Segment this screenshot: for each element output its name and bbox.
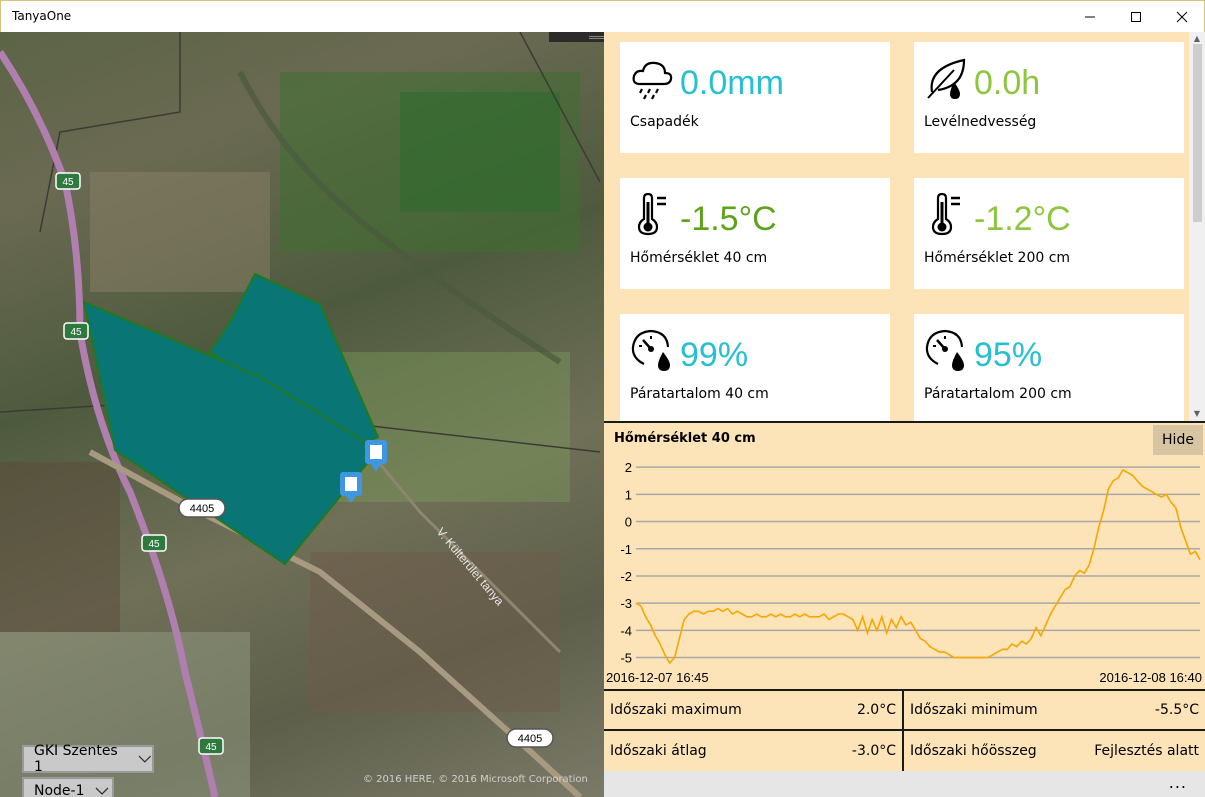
- stat-minimum: Időszaki minimum -5.5°C: [904, 691, 1205, 731]
- maximize-button[interactable]: [1113, 1, 1159, 33]
- chart-title: Hőmérséklet 40 cm: [614, 431, 756, 446]
- stat-label: Időszaki maximum: [610, 702, 742, 718]
- app-title: TanyaOne: [12, 9, 72, 23]
- humidity-gauge-icon: [925, 329, 964, 371]
- y-tick-label: -5: [620, 651, 632, 666]
- stat-value: Fejlesztés alatt: [1094, 743, 1199, 759]
- tile-label: Hőmérséklet 40 cm: [630, 250, 768, 266]
- road-shield: 4405: [178, 498, 226, 518]
- y-tick-label: -4: [620, 623, 632, 638]
- tiles-scrollbar[interactable]: ▲ ▼: [1189, 32, 1205, 421]
- stat-value: -3.0°C: [851, 743, 896, 759]
- svg-text:45: 45: [70, 327, 82, 338]
- station-dropdown[interactable]: GKI Szentes 1: [22, 743, 154, 775]
- tile-value: -1.5°C: [680, 200, 777, 238]
- temperature-chart: 2 1 0 -1 -2 -3 -4 -5 2016-12-07 16:45 2016-12-08 …: [606, 460, 1202, 685]
- stat-maximum: Időszaki maximum 2.0°C: [604, 691, 904, 731]
- y-tick-label: 0: [625, 515, 632, 530]
- scroll-up-icon[interactable]: ▲: [1192, 34, 1202, 44]
- tile-label: Levélnedvesség: [924, 114, 1037, 130]
- stat-label: Időszaki minimum: [910, 702, 1038, 718]
- satellite-map[interactable]: 45 45 45 45 4405 4405 V. Külterület tany…: [0, 32, 604, 797]
- close-button[interactable]: [1159, 1, 1205, 33]
- node-dropdown-value: Node-1: [34, 783, 85, 797]
- y-tick-label: -2: [620, 569, 632, 584]
- tile-value: 0.0h: [974, 64, 1041, 102]
- thermometer-icon: [637, 192, 666, 236]
- sensor-tiles-panel[interactable]: 0.0mm Csapadék 0.0h Levélnedvesség -1.5°…: [604, 32, 1205, 421]
- scrollbar-thumb[interactable]: [1193, 44, 1202, 222]
- x-tick-label: 2016-12-08 16:40: [1099, 670, 1202, 685]
- chevron-down-icon: [95, 787, 108, 795]
- period-stats: Időszaki maximum 2.0°C Időszaki minimum …: [604, 689, 1205, 771]
- more-options-button[interactable]: ...: [1169, 773, 1187, 792]
- stat-heat-sum: Időszaki hőösszeg Fejlesztés alatt: [904, 731, 1205, 771]
- svg-text:45: 45: [205, 742, 217, 753]
- maximize-icon: [1131, 12, 1141, 22]
- tile-humidity-200[interactable]: 95% Páratartalom 200 cm: [914, 314, 1184, 421]
- x-tick-label: 2016-12-07 16:45: [606, 670, 709, 685]
- svg-text:45: 45: [148, 539, 160, 550]
- road-shield: 45: [141, 534, 167, 552]
- tile-value: 0.0mm: [680, 64, 784, 102]
- stat-value: 2.0°C: [856, 702, 896, 718]
- road-shield: 45: [198, 737, 224, 755]
- scroll-down-icon[interactable]: ▼: [1192, 409, 1202, 419]
- tile-precipitation[interactable]: 0.0mm Csapadék: [620, 42, 890, 153]
- leaf-drop-icon: [927, 58, 966, 99]
- tile-label: Hőmérséklet 200 cm: [924, 250, 1071, 266]
- tile-leaf-wetness[interactable]: 0.0h Levélnedvesség: [914, 42, 1184, 153]
- y-tick-label: 1: [625, 487, 632, 502]
- svg-text:45: 45: [62, 177, 74, 188]
- tile-value: -1.2°C: [974, 200, 1071, 238]
- svg-text:4405: 4405: [518, 733, 542, 745]
- stat-label: Időszaki átlag: [610, 743, 707, 759]
- tile-label: Páratartalom 40 cm: [630, 386, 769, 402]
- tile-label: Páratartalom 200 cm: [924, 386, 1072, 402]
- tile-temperature-200[interactable]: -1.2°C Hőmérséklet 200 cm: [914, 178, 1184, 289]
- road-shield: 45: [55, 172, 81, 190]
- y-tick-label: 2: [625, 460, 632, 475]
- app-bar: ...: [604, 771, 1205, 797]
- series-line: [635, 468, 1201, 665]
- tile-value: 99%: [680, 336, 749, 374]
- y-tick-label: -3: [620, 596, 632, 611]
- stat-label: Időszaki hőösszeg: [910, 743, 1037, 759]
- hide-chart-button[interactable]: Hide: [1153, 425, 1203, 455]
- temperature-chart-panel: 2 1 0 -1 -2 -3 -4 -5 2016-12-07 16:45 2016-12-08 …: [604, 421, 1205, 689]
- tile-temperature-40[interactable]: -1.5°C Hőmérséklet 40 cm: [620, 178, 890, 289]
- title-bar: TanyaOne: [0, 0, 1205, 32]
- thermometer-icon: [931, 192, 960, 236]
- minimize-button[interactable]: [1067, 1, 1113, 33]
- rain-cloud-icon: [632, 61, 673, 100]
- panel-drag-handle[interactable]: [549, 32, 604, 42]
- map-canvas: 45 45 45 45 4405 4405 V. Külterület tany…: [0, 32, 601, 797]
- chevron-down-icon: [138, 755, 152, 763]
- minimize-icon: [1085, 16, 1095, 18]
- humidity-gauge-icon: [631, 329, 670, 371]
- road-shield: 4405: [506, 728, 554, 748]
- tile-value: 95%: [974, 336, 1043, 374]
- map-attribution: © 2016 HERE, © 2016 Microsoft Corporatio…: [363, 774, 588, 785]
- tile-label: Csapadék: [630, 114, 699, 130]
- node-dropdown[interactable]: Node-1: [22, 777, 114, 797]
- stat-value: -5.5°C: [1154, 702, 1199, 718]
- station-dropdown-value: GKI Szentes 1: [34, 743, 118, 775]
- close-icon: [1176, 11, 1188, 23]
- stat-average: Időszaki átlag -3.0°C: [604, 731, 904, 771]
- svg-text:4405: 4405: [190, 503, 214, 515]
- tile-humidity-40[interactable]: 99% Páratartalom 40 cm: [620, 314, 890, 421]
- road-shield: 45: [63, 322, 89, 340]
- y-tick-label: -1: [620, 542, 632, 557]
